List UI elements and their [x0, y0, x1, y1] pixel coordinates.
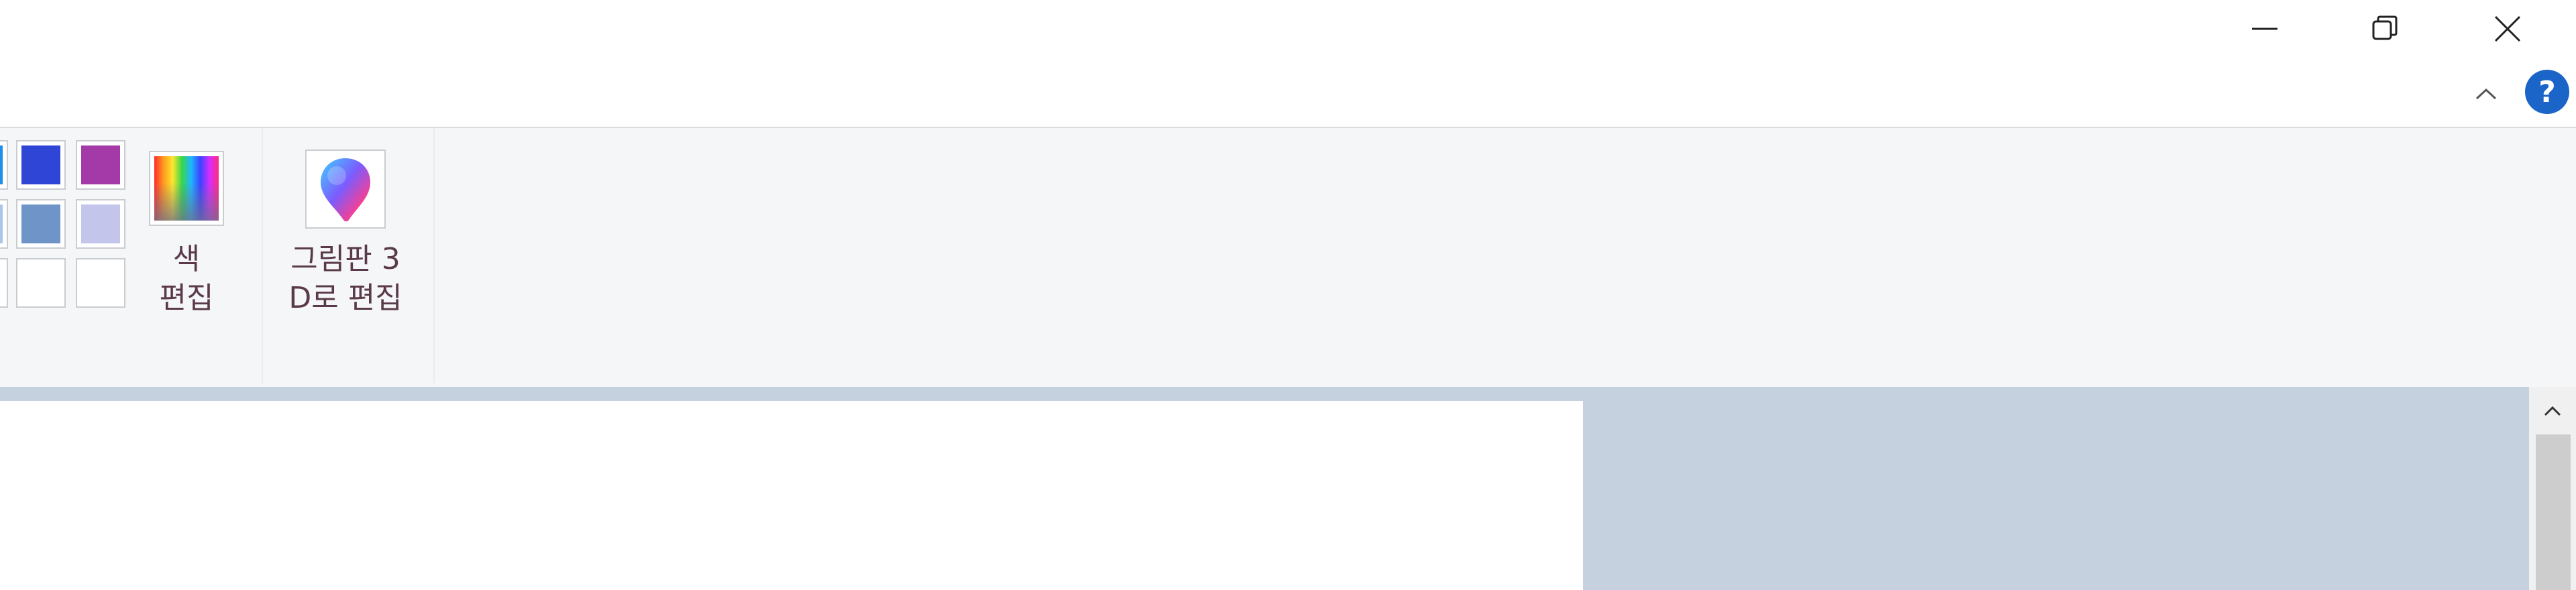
- color-swatch-empty[interactable]: [76, 258, 125, 308]
- scroll-up-arrow-icon: [2544, 406, 2561, 416]
- color-swatch[interactable]: [76, 199, 125, 249]
- color-swatch-empty[interactable]: [16, 258, 66, 308]
- ribbon-panel: 색 편집 그림판 3 D로 편집: [0, 127, 2576, 387]
- restore-icon: [2372, 15, 2398, 40]
- color-swatch-empty[interactable]: [0, 258, 8, 308]
- close-icon: [2494, 15, 2521, 42]
- color-swatch[interactable]: [16, 199, 66, 249]
- paint3d-label-line1: 그림판 3: [290, 242, 400, 276]
- edit-colors-label-line2: 편집: [159, 281, 214, 315]
- help-button[interactable]: ?: [2525, 70, 2569, 114]
- group-divider: [433, 128, 435, 383]
- color-swatch[interactable]: [16, 140, 66, 190]
- color-swatch[interactable]: [0, 140, 8, 190]
- drawing-canvas[interactable]: [0, 401, 1583, 590]
- title-bar: [0, 0, 2576, 57]
- color-swatch[interactable]: [76, 140, 125, 190]
- paint3d-label-line2: D로 편집: [288, 281, 402, 315]
- edit-with-paint3d-button[interactable]: [305, 150, 386, 229]
- scrollbar-thumb[interactable]: [2536, 434, 2571, 590]
- ribbon-tab-row: [0, 57, 2576, 127]
- minimize-icon: [2252, 27, 2277, 30]
- collapse-ribbon-button[interactable]: [2467, 79, 2505, 109]
- edit-colors-label-line1: 색: [172, 242, 201, 276]
- scroll-up-button[interactable]: [2529, 394, 2576, 428]
- help-icon: ?: [2538, 74, 2556, 109]
- minimize-button[interactable]: [2204, 0, 2325, 57]
- group-divider: [262, 128, 263, 383]
- color-spectrum-icon: [154, 156, 219, 221]
- close-button[interactable]: [2447, 0, 2568, 57]
- restore-button[interactable]: [2325, 0, 2446, 57]
- edit-colors-button[interactable]: [149, 151, 224, 226]
- paint3d-icon: [321, 158, 370, 222]
- color-swatch[interactable]: [0, 199, 8, 249]
- chevron-up-icon: [2475, 88, 2497, 100]
